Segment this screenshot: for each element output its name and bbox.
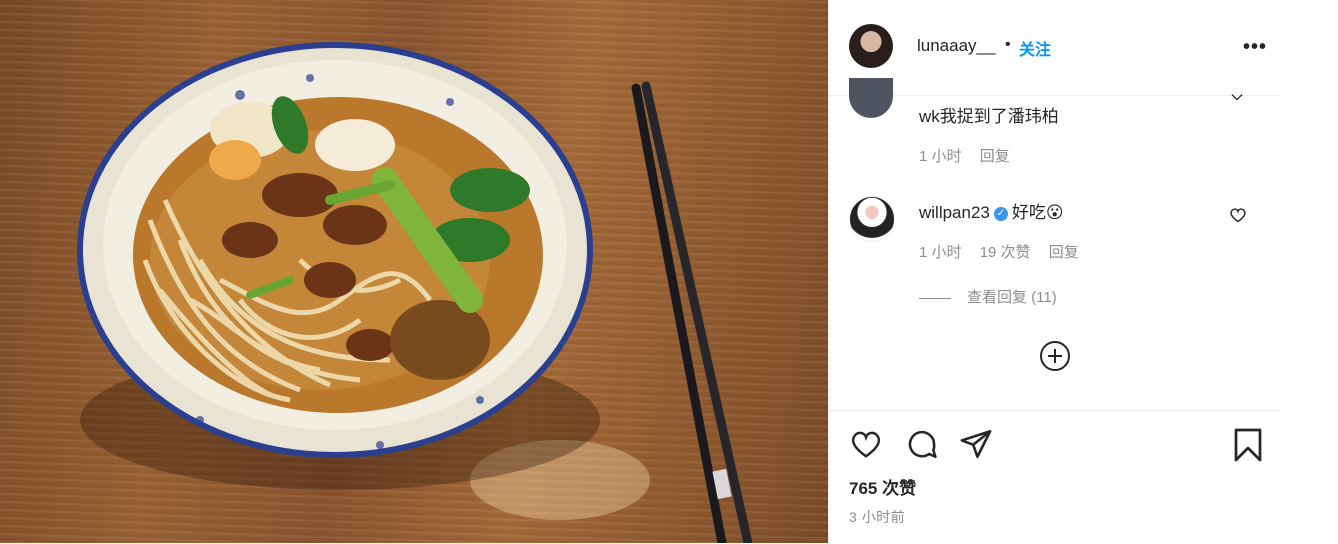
- reply-button[interactable]: 回复: [1049, 244, 1079, 261]
- comment-time: 1 小时: [919, 244, 962, 261]
- separator-dot: •: [1005, 36, 1011, 53]
- commenter-username[interactable]: willpan23: [919, 203, 990, 222]
- comment-text: wk我捉到了潘玮柏: [919, 107, 1059, 126]
- noodle-bowl-illustration: [77, 42, 753, 543]
- reply-button[interactable]: 回复: [980, 148, 1010, 165]
- page-margin: [1280, 0, 1338, 543]
- plus-circle-icon[interactable]: [1039, 340, 1071, 372]
- post-photo: [0, 0, 828, 543]
- author-username[interactable]: lunaaay__: [917, 36, 995, 56]
- comment-text: 好吃😮: [1011, 203, 1064, 222]
- comment-line: willpan23 ✓ 好吃😮: [919, 198, 1064, 223]
- replies-divider: [919, 297, 951, 299]
- post-timestamp: 3 小时前: [849, 509, 906, 525]
- avatar[interactable]: [849, 24, 893, 68]
- share-icon[interactable]: [959, 427, 993, 461]
- more-options-icon[interactable]: •••: [1243, 36, 1267, 59]
- comment-like-icon[interactable]: [1229, 92, 1245, 106]
- follow-button[interactable]: 关注: [1019, 36, 1051, 60]
- bookmark-icon[interactable]: [1233, 427, 1263, 463]
- view-replies-button[interactable]: 查看回复 (11): [919, 286, 1057, 307]
- like-count[interactable]: 765 次赞: [849, 474, 916, 499]
- comment-avatar[interactable]: [849, 196, 895, 242]
- verified-badge-icon: ✓: [993, 206, 1008, 221]
- comment-time: 1 小时: [919, 148, 962, 165]
- comment-icon[interactable]: [905, 427, 939, 461]
- post-header: lunaaay__ • 关注 •••: [829, 0, 1281, 96]
- comment-meta: 1 小时 19 次赞 回复: [919, 241, 1093, 262]
- comment-like-icon[interactable]: [1229, 207, 1247, 223]
- post-sidebar: lunaaay__ • 关注 ••• wk我捉到了潘玮柏 1 小时 回复 wil…: [828, 0, 1281, 543]
- comment-meta: 1 小时 回复: [919, 145, 1024, 166]
- heart-icon[interactable]: [849, 429, 883, 459]
- comment-avatar[interactable]: [849, 78, 893, 118]
- view-replies-label: 查看回复 (11): [967, 289, 1057, 306]
- comment-likes[interactable]: 19 次赞: [980, 244, 1031, 261]
